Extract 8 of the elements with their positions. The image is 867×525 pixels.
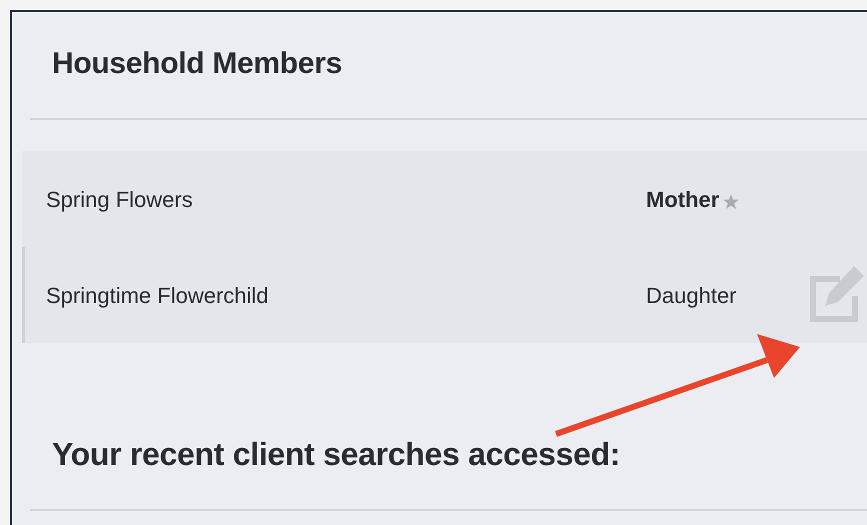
member-name: Spring Flowers [45,186,194,214]
member-row[interactable]: Spring Flowers Mother [22,151,867,247]
section-title: Household Members [51,46,343,82]
relation-text: Daughter [646,282,737,310]
member-name: Springtime Flowerchild [45,282,270,310]
relation-text: Mother [646,186,720,214]
member-row[interactable]: Springtime Flowerchild Daughter [22,247,867,343]
section-title: Your recent client searches accessed: [52,435,620,474]
